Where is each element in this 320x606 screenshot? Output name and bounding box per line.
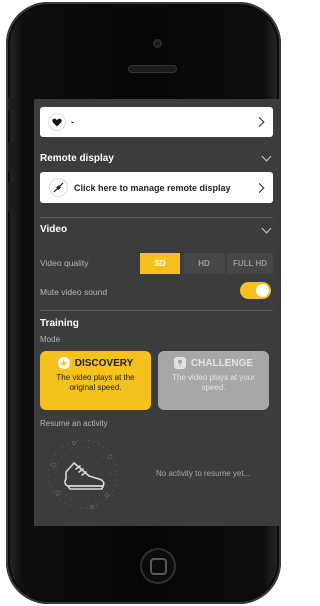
earpiece-speaker <box>128 65 177 73</box>
mute-video-sound-label: Mute video sound <box>40 287 108 297</box>
chevron-down-icon[interactable] <box>261 151 272 162</box>
chevron-right-icon <box>254 117 265 127</box>
discovery-description: The video plays at the original speed. <box>56 373 135 392</box>
mute-switch <box>8 97 14 111</box>
mode-label: Mode <box>40 335 61 344</box>
divider <box>40 217 273 218</box>
volume-up-button <box>8 142 14 172</box>
remote-display-title: Remote display <box>40 153 114 164</box>
resume-activity-label: Resume an activity <box>40 419 108 428</box>
connection-icon <box>50 179 67 196</box>
no-activity-text: No activity to resume yet... <box>156 469 251 478</box>
mute-video-toggle[interactable] <box>240 282 271 299</box>
star-icon: ★ <box>57 357 70 369</box>
divider <box>40 310 273 311</box>
discovery-title: DISCOVERY <box>74 357 134 369</box>
quality-option-sd[interactable]: SD <box>140 253 180 274</box>
top-device-card[interactable]: - <box>40 107 273 137</box>
quality-option-hd[interactable]: HD <box>183 253 225 274</box>
video-title: Video <box>40 224 68 235</box>
chevron-right-icon <box>254 182 265 193</box>
running-shoe-icon <box>48 439 118 510</box>
challenge-title: CHALLENGE <box>190 357 254 369</box>
mode-card-discovery[interactable]: ★ DISCOVERY The video plays at the origi… <box>40 351 151 410</box>
video-quality-label: Video quality <box>40 258 89 268</box>
heart-icon <box>49 114 65 130</box>
volume-down-button <box>8 182 14 212</box>
manage-remote-display-card[interactable]: Click here to manage remote display <box>40 172 273 203</box>
chevron-down-icon[interactable] <box>261 223 272 234</box>
front-camera <box>153 39 162 48</box>
manage-remote-display-label: Click here to manage remote display <box>74 182 231 193</box>
top-card-label: - <box>71 117 74 127</box>
training-title: Training <box>40 318 79 329</box>
app-screen: - Remote display Click here to manage re… <box>34 99 279 526</box>
home-button[interactable] <box>140 548 176 584</box>
quality-option-full-hd[interactable]: FULL HD <box>227 253 273 274</box>
trophy-icon <box>173 357 186 369</box>
challenge-description: The video plays at your speed. <box>172 373 255 392</box>
mode-card-challenge[interactable]: CHALLENGE The video plays at your speed. <box>158 351 269 410</box>
